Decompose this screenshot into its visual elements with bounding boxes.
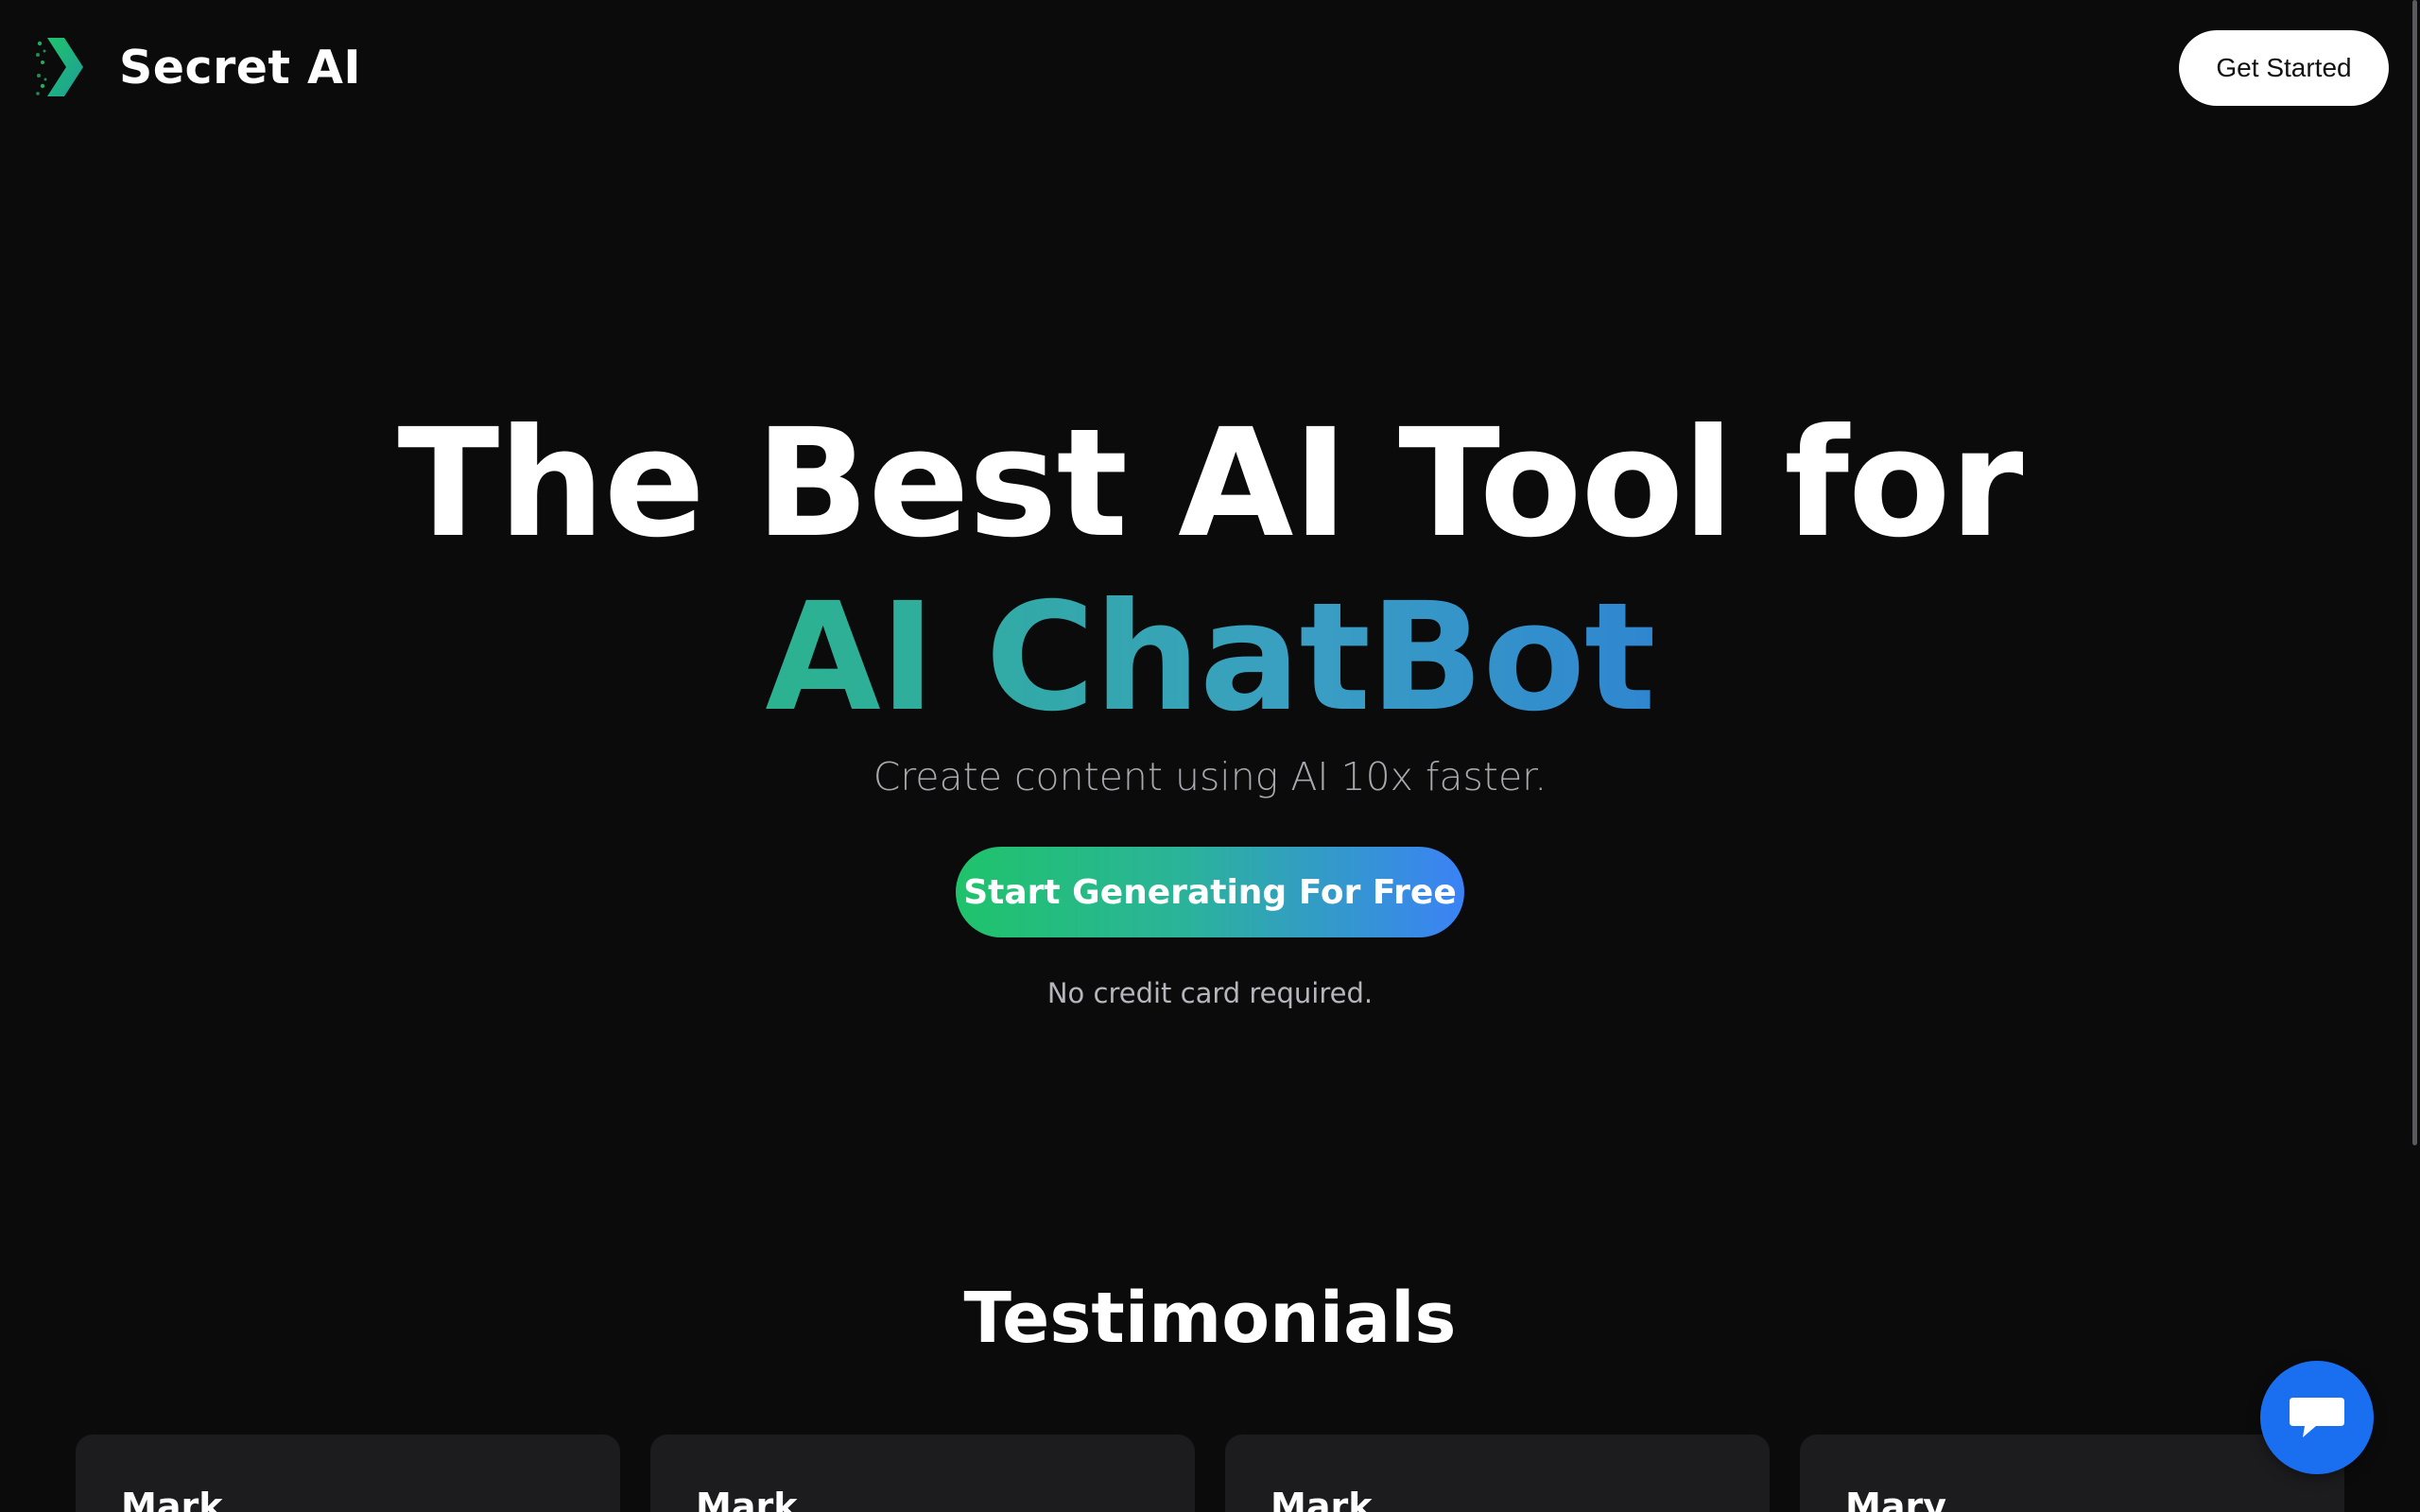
- brand-logo-link[interactable]: Secret AI: [34, 34, 361, 100]
- start-generating-button[interactable]: Start Generating For Free: [956, 847, 1464, 937]
- get-started-button[interactable]: Get Started: [2179, 30, 2389, 106]
- scrollbar-thumb[interactable]: [2412, 0, 2417, 1145]
- brand-name: Secret AI: [119, 40, 362, 94]
- chat-bubble-icon: [2290, 1398, 2344, 1437]
- testimonial-author: Mark: [696, 1486, 798, 1512]
- chat-widget-button[interactable]: [2260, 1361, 2374, 1474]
- testimonial-author: Mark: [1270, 1486, 1373, 1512]
- chevron-logo-icon: [36, 38, 83, 96]
- site-header: Secret AI Get Started: [0, 0, 2409, 136]
- page-scrollbar[interactable]: [2409, 0, 2420, 1512]
- testimonial-author: Mark: [121, 1486, 223, 1512]
- landing-page: Secret AI Get Started The Best AI Tool f…: [0, 0, 2420, 1512]
- no-credit-card-note: No credit card required.: [1046, 977, 1374, 1009]
- testimonial-card: Mark: [650, 1435, 1195, 1512]
- testimonial-card: Mary: [1800, 1435, 2344, 1512]
- hero-title-highlight: AI ChatBot: [765, 571, 1655, 745]
- hero-subtitle: Create content using AI 10x faster.: [873, 754, 1547, 799]
- testimonials-list: Mark Mark Mark Mary: [76, 1435, 2344, 1512]
- testimonials-heading: Testimonials: [963, 1278, 1457, 1359]
- hero-title-line1: The Best AI Tool for: [397, 397, 2024, 571]
- testimonial-author: Mary: [1845, 1486, 1946, 1512]
- testimonial-card: Mark: [1225, 1435, 1770, 1512]
- testimonial-card: Mark: [76, 1435, 620, 1512]
- hero-title: The Best AI Tool for AI ChatBot: [0, 397, 2420, 745]
